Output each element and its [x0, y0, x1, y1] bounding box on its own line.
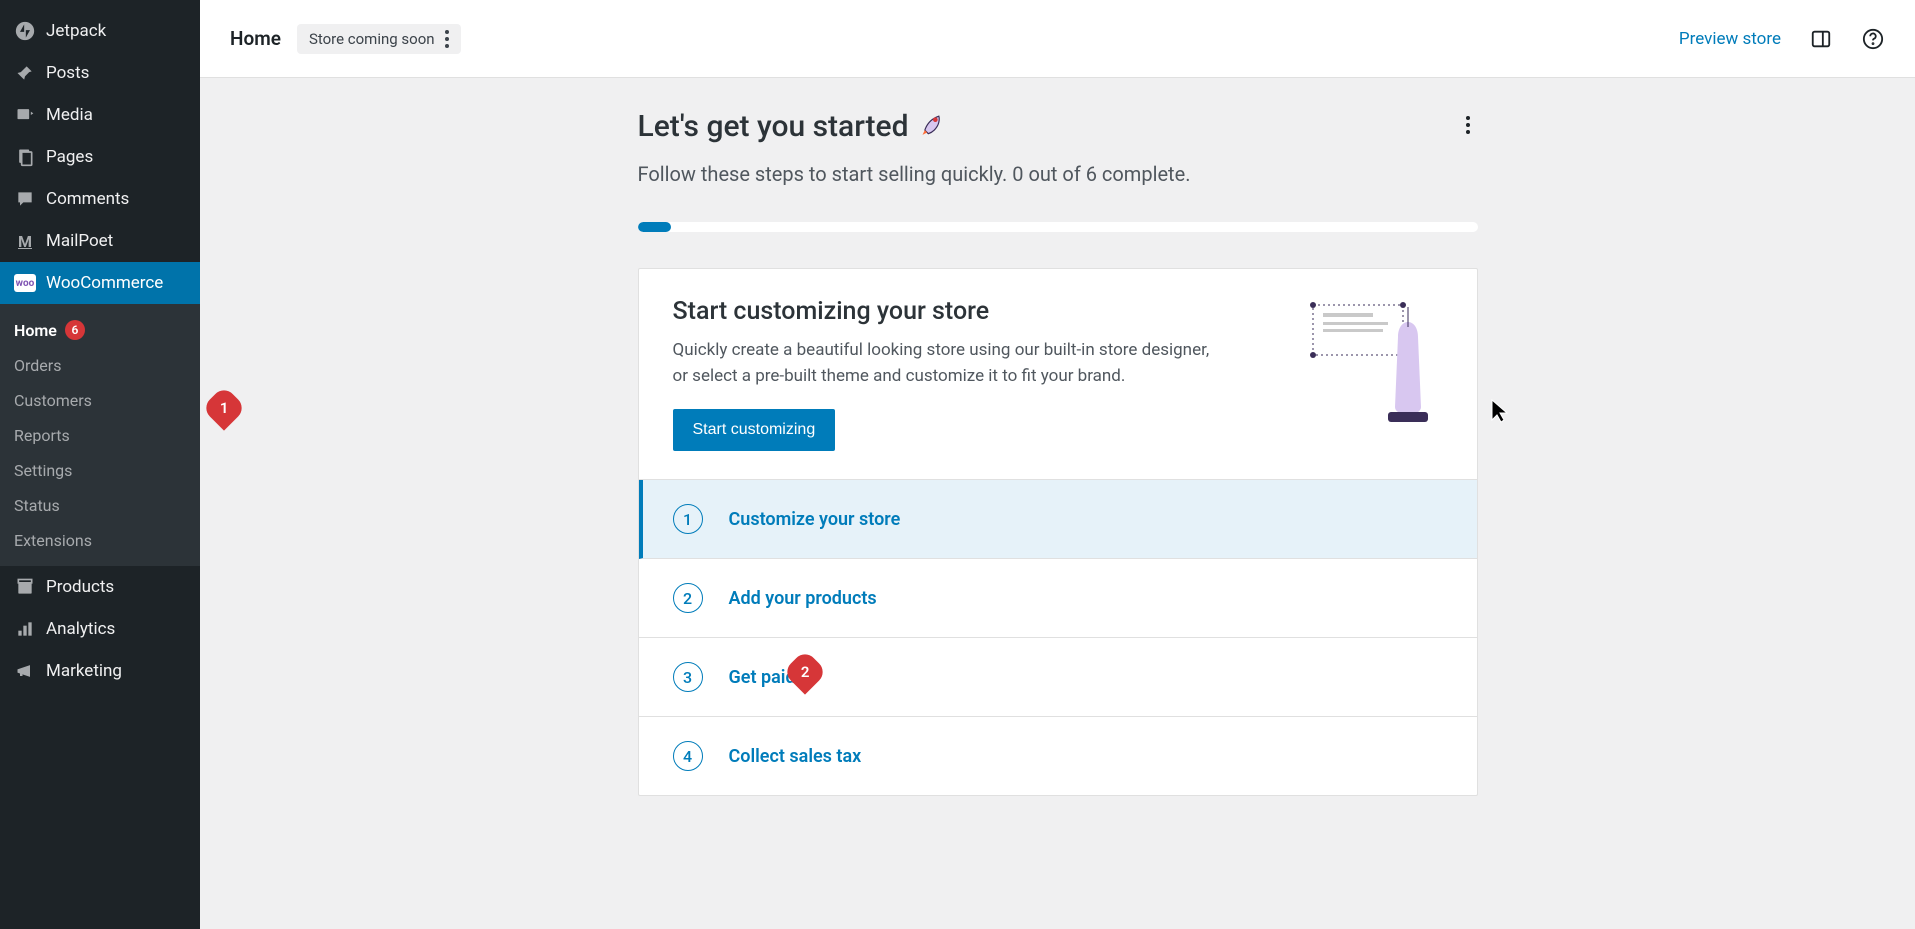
sub-item-orders[interactable]: Orders [0, 348, 200, 383]
media-icon [14, 104, 36, 126]
sidebar-item-label: Jetpack [46, 21, 106, 41]
pin-icon [14, 62, 36, 84]
task-number: 4 [673, 741, 703, 771]
sub-item-label: Customers [14, 391, 92, 410]
mailpoet-icon: M [14, 230, 36, 252]
preview-store-link[interactable]: Preview store [1679, 29, 1781, 49]
start-customizing-button[interactable]: Start customizing [673, 409, 836, 451]
featured-task: Start customizing your store Quickly cre… [639, 269, 1477, 479]
rocket-icon [919, 108, 947, 144]
sidebar-item-label: Products [46, 577, 114, 597]
sub-item-label: Reports [14, 426, 70, 445]
kebab-icon [445, 30, 449, 48]
sidebar-item-label: Marketing [46, 661, 122, 681]
sub-item-status[interactable]: Status [0, 488, 200, 523]
kebab-icon [1466, 116, 1470, 134]
admin-sidebar: Jetpack Posts Media Pages Comments [0, 0, 200, 929]
task-get-paid[interactable]: 3 Get paid 2 [639, 638, 1477, 717]
sub-item-label: Extensions [14, 531, 92, 550]
products-icon [14, 576, 36, 598]
sidebar-item-mailpoet[interactable]: M MailPoet [0, 220, 200, 262]
store-status-chip[interactable]: Store coming soon [297, 24, 461, 54]
featured-title: Start customizing your store [673, 297, 1273, 326]
progress-fill [638, 222, 672, 232]
sidebar-item-analytics[interactable]: Analytics [0, 608, 200, 650]
task-label: Customize your store [729, 509, 901, 530]
sidebar-item-products[interactable]: Products [0, 566, 200, 608]
sidebar-item-marketing[interactable]: Marketing [0, 650, 200, 692]
sidebar-item-label: Posts [46, 63, 89, 83]
main-area: Home Store coming soon Preview store [200, 0, 1915, 929]
page-header: Let's get you started Follow these steps… [638, 98, 1478, 202]
sub-item-label: Orders [14, 356, 61, 375]
sub-item-label: Settings [14, 461, 72, 480]
sub-item-customers[interactable]: Customers [0, 383, 200, 418]
tasks-more-button[interactable] [1458, 108, 1478, 142]
sidebar-item-label: Media [46, 105, 93, 125]
sidebar-item-label: MailPoet [46, 231, 113, 251]
task-number: 1 [673, 504, 703, 534]
task-number: 3 [673, 662, 703, 692]
sidebar-item-label: Analytics [46, 619, 115, 639]
onboarding-title: Let's get you started [638, 108, 1191, 144]
task-list: 1 Customize your store 2 Add your produc… [639, 479, 1477, 795]
store-status-label: Store coming soon [309, 30, 435, 48]
sub-item-reports[interactable]: Reports [0, 418, 200, 453]
task-label: Get paid [729, 667, 796, 688]
woocommerce-icon: woo [14, 272, 36, 294]
sub-item-extensions[interactable]: Extensions [0, 523, 200, 558]
featured-desc: Quickly create a beautiful looking store… [673, 338, 1213, 389]
woocommerce-submenu: Home 6 Orders Customers Reports Settings… [0, 304, 200, 566]
task-label: Add your products [729, 588, 877, 609]
task-collect-tax[interactable]: 4 Collect sales tax [639, 717, 1477, 795]
page-title-breadcrumb: Home [230, 27, 281, 50]
topbar: Home Store coming soon Preview store [200, 0, 1915, 78]
jetpack-icon [14, 20, 36, 42]
task-add-products[interactable]: 2 Add your products [639, 559, 1477, 638]
sidebar-item-label: Pages [46, 147, 93, 167]
analytics-icon [14, 618, 36, 640]
sub-item-home[interactable]: Home 6 [0, 312, 200, 348]
sidebar-item-jetpack[interactable]: Jetpack [0, 10, 200, 52]
sidebar-item-posts[interactable]: Posts [0, 52, 200, 94]
task-number: 2 [673, 583, 703, 613]
content-scroll[interactable]: Let's get you started Follow these steps… [200, 78, 1915, 929]
help-icon[interactable] [1861, 27, 1885, 51]
customize-illustration [1303, 297, 1443, 427]
count-badge: 6 [65, 320, 85, 340]
onboarding-title-text: Let's get you started [638, 109, 909, 144]
sidebar-item-comments[interactable]: Comments [0, 178, 200, 220]
onboarding-card: Start customizing your store Quickly cre… [638, 268, 1478, 796]
sidebar-item-woocommerce[interactable]: woo WooCommerce [0, 262, 200, 304]
sidebar-item-label: Comments [46, 189, 129, 209]
pages-icon [14, 146, 36, 168]
sub-item-settings[interactable]: Settings [0, 453, 200, 488]
task-label: Collect sales tax [729, 746, 862, 767]
onboarding-progress [638, 222, 1478, 232]
megaphone-icon [14, 660, 36, 682]
sub-item-label: Home [14, 321, 57, 340]
panel-toggle-icon[interactable] [1809, 27, 1833, 51]
sidebar-item-media[interactable]: Media [0, 94, 200, 136]
sidebar-item-label: WooCommerce [46, 273, 163, 293]
onboarding-subtitle: Follow these steps to start selling quic… [638, 162, 1191, 186]
sidebar-item-pages[interactable]: Pages [0, 136, 200, 178]
sub-item-label: Status [14, 496, 60, 515]
task-customize-store[interactable]: 1 Customize your store [639, 480, 1477, 559]
comment-icon [14, 188, 36, 210]
